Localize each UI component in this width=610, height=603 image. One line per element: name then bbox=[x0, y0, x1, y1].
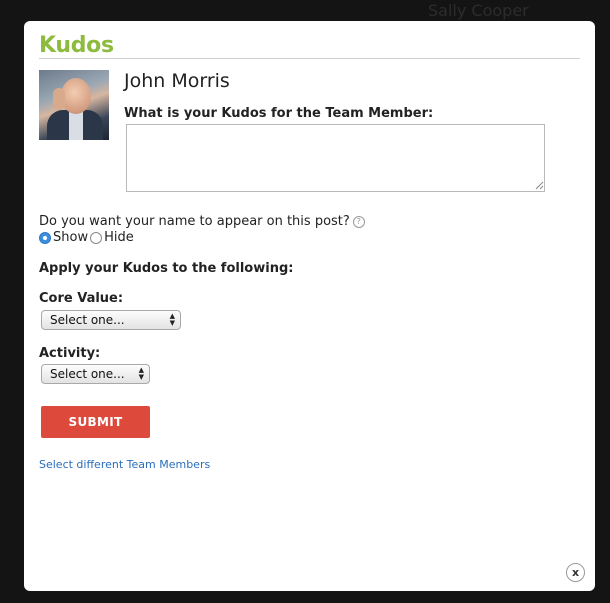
team-member-name: John Morris bbox=[124, 70, 230, 92]
select-different-members-link[interactable]: Select different Team Members bbox=[39, 458, 210, 471]
background-user-name: Sally Cooper bbox=[428, 1, 529, 20]
show-radio-label[interactable]: Show bbox=[53, 230, 88, 245]
kudos-textarea[interactable] bbox=[126, 124, 545, 192]
core-value-label: Core Value: bbox=[39, 291, 124, 306]
resize-handle-icon[interactable] bbox=[535, 181, 544, 190]
activity-label: Activity: bbox=[39, 346, 101, 361]
core-value-select[interactable]: Select one... ▲ ▼ bbox=[41, 310, 181, 330]
close-icon[interactable]: x bbox=[566, 563, 585, 582]
hide-radio[interactable] bbox=[90, 231, 103, 244]
apply-heading: Apply your Kudos to the following: bbox=[39, 261, 294, 276]
anonymity-question: Do you want your name to appear on this … bbox=[39, 214, 365, 229]
select-arrows-icon: ▲ ▼ bbox=[169, 312, 175, 327]
submit-button[interactable]: SUBMIT bbox=[41, 406, 150, 438]
select-arrows-icon: ▲ ▼ bbox=[138, 366, 144, 381]
kudos-question: What is your Kudos for the Team Member: bbox=[124, 106, 434, 121]
activity-selected: Select one... bbox=[50, 367, 125, 381]
hide-radio-label[interactable]: Hide bbox=[104, 230, 134, 245]
visibility-radio-group: Show Hide bbox=[39, 230, 136, 245]
dialog-title: Kudos bbox=[39, 33, 114, 58]
kudos-dialog: Kudos John Morris What is your Kudos for… bbox=[24, 21, 595, 591]
help-icon[interactable]: ? bbox=[352, 216, 365, 228]
team-member-avatar bbox=[39, 70, 109, 140]
show-radio[interactable] bbox=[39, 231, 51, 244]
anonymity-question-text: Do you want your name to appear on this … bbox=[39, 214, 350, 229]
core-value-selected: Select one... bbox=[50, 313, 125, 327]
title-divider bbox=[39, 58, 580, 59]
activity-select[interactable]: Select one... ▲ ▼ bbox=[41, 364, 150, 384]
